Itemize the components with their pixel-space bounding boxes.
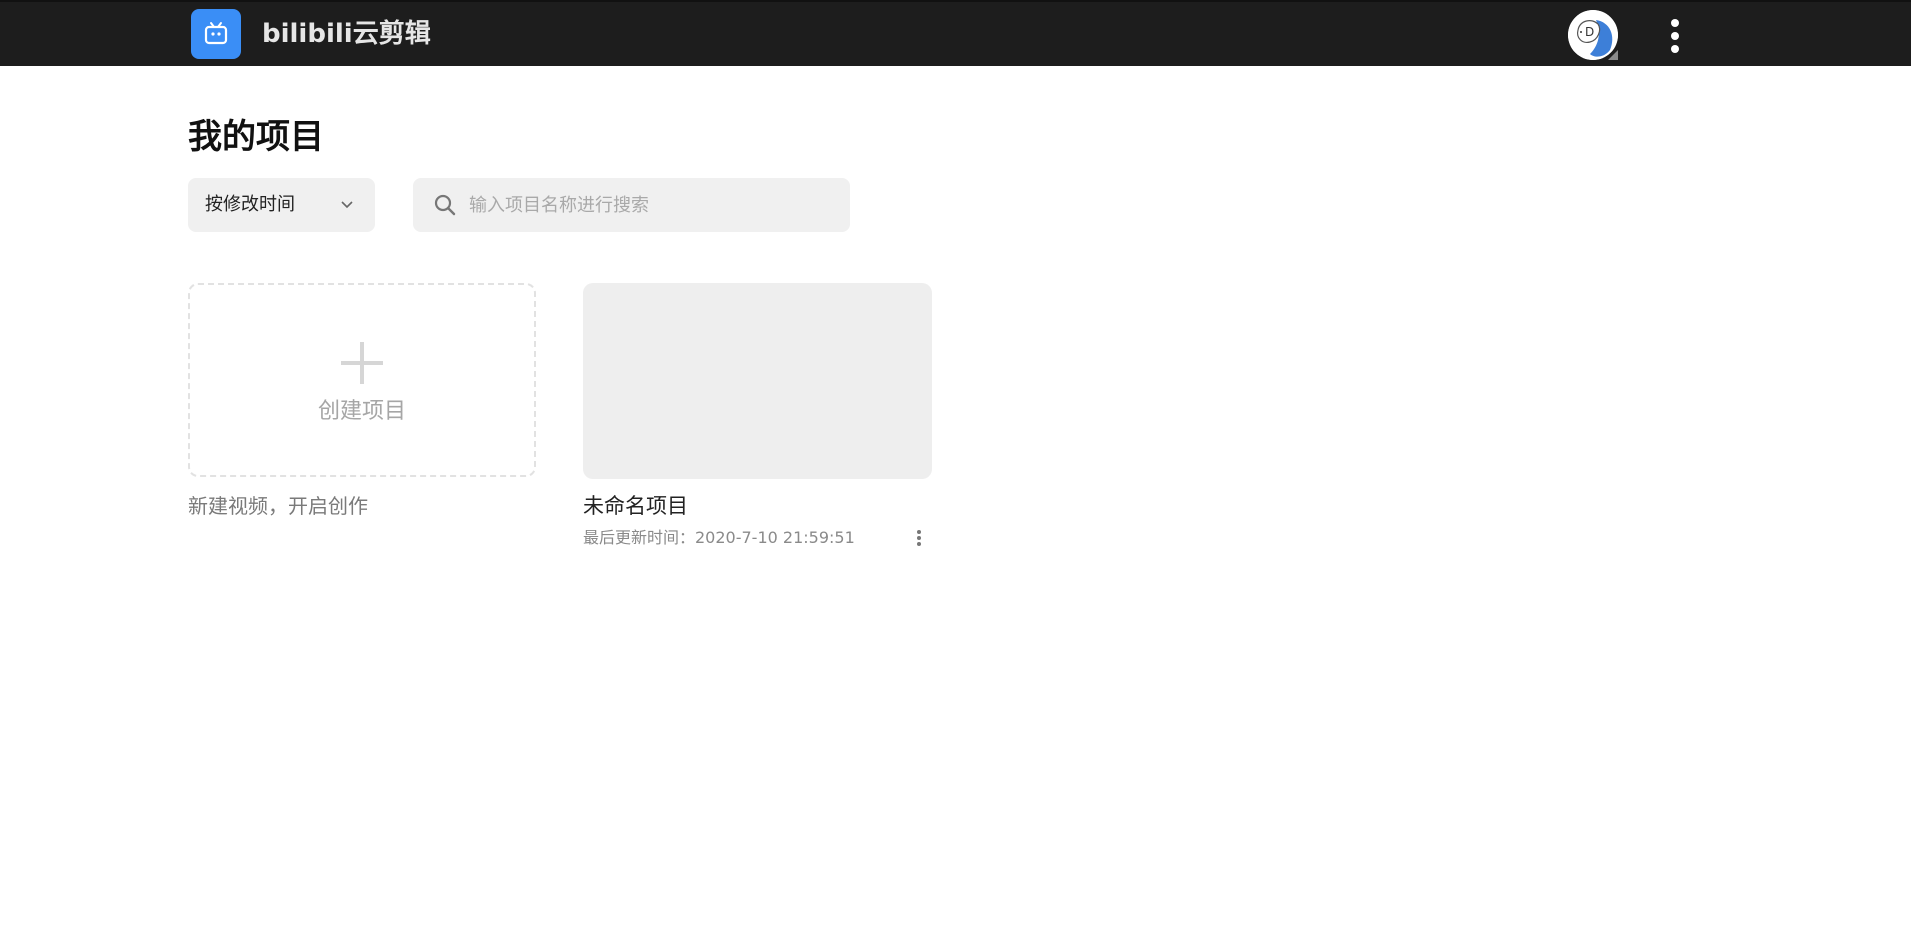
page-title: 我的项目 bbox=[188, 117, 324, 157]
chevron-down-icon bbox=[341, 201, 353, 209]
plus-icon bbox=[341, 342, 383, 384]
more-menu-button[interactable] bbox=[1665, 17, 1685, 55]
brand-title: bilibili云剪辑 bbox=[262, 19, 431, 49]
create-project-card[interactable]: 创建项目 bbox=[188, 283, 536, 477]
sort-dropdown[interactable]: 按修改时间 bbox=[188, 178, 375, 232]
more-vertical-icon bbox=[917, 530, 921, 534]
project-updated-time: 最后更新时间：2020-7-10 21:59:51 bbox=[583, 528, 855, 547]
sort-selected-label: 按修改时间 bbox=[205, 194, 295, 215]
create-project-description: 新建视频，开启创作 bbox=[188, 494, 368, 518]
more-vertical-icon bbox=[1671, 19, 1679, 27]
svg-text:D: D bbox=[1585, 25, 1594, 39]
avatar-dropdown-corner bbox=[1608, 50, 1618, 60]
project-name[interactable]: 未命名项目 bbox=[583, 492, 688, 520]
search-bar bbox=[413, 178, 850, 232]
bilibili-logo-icon[interactable] bbox=[191, 9, 241, 59]
search-icon bbox=[434, 194, 456, 216]
project-thumbnail[interactable] bbox=[583, 283, 932, 479]
top-bar: bilibili云剪辑 D bbox=[0, 0, 1911, 66]
search-input[interactable] bbox=[469, 190, 829, 220]
project-more-button[interactable] bbox=[912, 528, 926, 548]
tv-icon bbox=[204, 22, 228, 45]
create-project-label: 创建项目 bbox=[317, 399, 406, 424]
